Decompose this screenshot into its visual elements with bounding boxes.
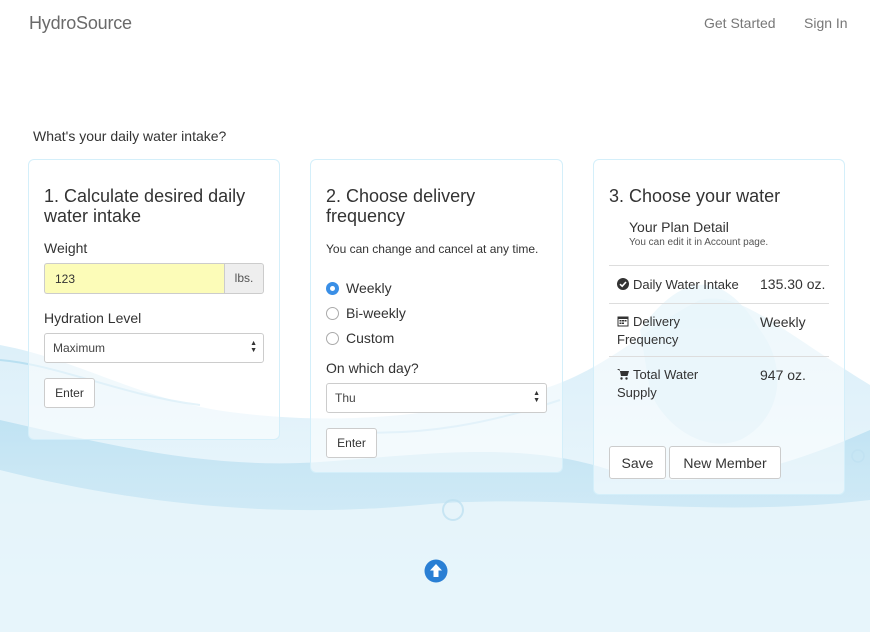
step3-title: 3. Choose your water	[609, 186, 781, 206]
new-member-button[interactable]: New Member	[669, 446, 781, 479]
weight-input[interactable]	[44, 263, 224, 294]
frequency-option-label: Bi-weekly	[346, 305, 406, 321]
select-arrows-icon: ▲ ▼	[533, 390, 540, 404]
hydration-level-label: Hydration Level	[44, 310, 142, 326]
step2-subtitle: You can change and cancel at any time.	[326, 242, 539, 256]
step2-enter-button[interactable]: Enter	[326, 428, 377, 458]
hydration-level-value: Maximum	[53, 341, 106, 355]
calendar-icon	[617, 316, 629, 327]
step1-card: 1. Calculate desired daily water intake …	[28, 159, 280, 440]
step3-card: 3. Choose your water Your Plan Detail Yo…	[593, 159, 845, 495]
plan-row: Delivery Frequency Weekly	[609, 303, 829, 356]
radio-unchecked-icon[interactable]	[326, 306, 339, 320]
weight-unit-addon: lbs.	[224, 263, 264, 294]
plan-row-key: Daily Water Intake	[633, 277, 739, 292]
step1-enter-button[interactable]: Enter	[44, 378, 95, 408]
plan-row: Daily Water Intake 135.30 oz.	[609, 265, 829, 303]
radio-checked-icon[interactable]	[326, 281, 339, 295]
navbar: HydroSource Get Started Sign In	[0, 0, 870, 48]
plan-row: Total Water Supply 947 oz.	[609, 356, 829, 409]
check-circle-icon	[617, 278, 629, 290]
step2-card: 2. Choose delivery frequency You can cha…	[310, 159, 563, 473]
brand-logo[interactable]: HydroSource	[29, 13, 132, 34]
plan-row-value: 947 oz.	[760, 367, 806, 383]
frequency-option-label: Custom	[346, 330, 395, 346]
plan-detail-subtitle: You can edit it in Account page.	[629, 237, 769, 248]
page-question: What's your daily water intake?	[33, 128, 227, 144]
frequency-option-custom[interactable]: Custom	[326, 330, 394, 346]
plan-row-key: Total Water Supply	[617, 367, 699, 400]
weight-input-group: lbs.	[44, 263, 264, 294]
scroll-to-top-icon[interactable]	[424, 559, 448, 583]
weight-label: Weight	[44, 240, 88, 256]
select-arrows-icon: ▲ ▼	[250, 340, 257, 354]
frequency-option-label: Weekly	[346, 280, 392, 296]
frequency-option-weekly[interactable]: Weekly	[326, 280, 392, 296]
plan-row-value: Weekly	[760, 314, 806, 330]
cart-icon	[617, 369, 629, 380]
step1-title: 1. Calculate desired daily water intake	[44, 186, 246, 226]
delivery-day-select[interactable]: Thu ▲ ▼	[326, 383, 547, 413]
hydration-level-select[interactable]: Maximum ▲ ▼	[44, 333, 264, 363]
plan-detail-table: Daily Water Intake 135.30 oz. Delivery F…	[609, 265, 829, 409]
nav-get-started-link[interactable]: Get Started	[704, 15, 776, 31]
plan-detail-title: Your Plan Detail	[629, 219, 729, 235]
nav-sign-in-link[interactable]: Sign In	[804, 15, 848, 31]
save-button[interactable]: Save	[609, 446, 666, 479]
radio-unchecked-icon[interactable]	[326, 331, 339, 345]
delivery-day-value: Thu	[335, 391, 356, 405]
frequency-option-biweekly[interactable]: Bi-weekly	[326, 305, 406, 321]
day-label: On which day?	[326, 360, 419, 376]
step2-title: 2. Choose delivery frequency	[326, 186, 476, 226]
plan-row-value: 135.30 oz.	[760, 276, 826, 292]
